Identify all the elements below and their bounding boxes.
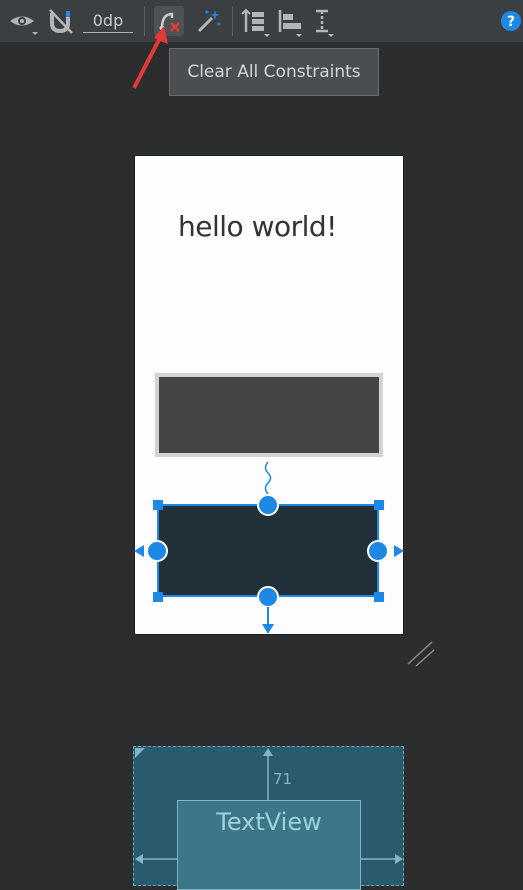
align-icon[interactable] [276,6,306,37]
resize-handle[interactable] [153,500,163,510]
svg-text:?: ? [507,14,515,30]
magic-wand-icon[interactable] [194,6,224,36]
layout-editor-toolbar: 0dp ? [0,0,523,43]
right-arrow-icon [394,545,404,557]
constraint-spring [264,461,272,495]
blueprint-margin-value: 71 [273,770,293,788]
resize-corner-icon[interactable] [406,640,436,670]
magnet-icon[interactable] [46,6,76,36]
right-anchor[interactable] [367,540,389,562]
selection-overlay [134,494,404,634]
default-margin-field[interactable]: 0dp [83,10,133,33]
left-anchor[interactable] [146,540,168,562]
top-anchor[interactable] [257,494,279,516]
hello-text-view[interactable]: hello world! [178,210,337,243]
tooltip: Clear All Constraints [169,48,379,96]
down-arrow-icon [262,624,274,634]
resize-handle[interactable] [153,592,163,602]
bottom-anchor[interactable] [257,586,279,608]
help-icon[interactable]: ? [500,10,522,32]
resize-handle[interactable] [374,592,384,602]
toolbar-separator [232,6,233,36]
guidelines-icon[interactable] [310,6,340,37]
resize-handle[interactable] [374,500,384,510]
left-arrow-icon [134,545,144,557]
gray-view[interactable] [155,373,383,457]
pack-icon[interactable] [240,6,270,37]
blueprint-text-view-label: TextView [216,808,322,836]
eye-icon[interactable] [6,6,38,36]
